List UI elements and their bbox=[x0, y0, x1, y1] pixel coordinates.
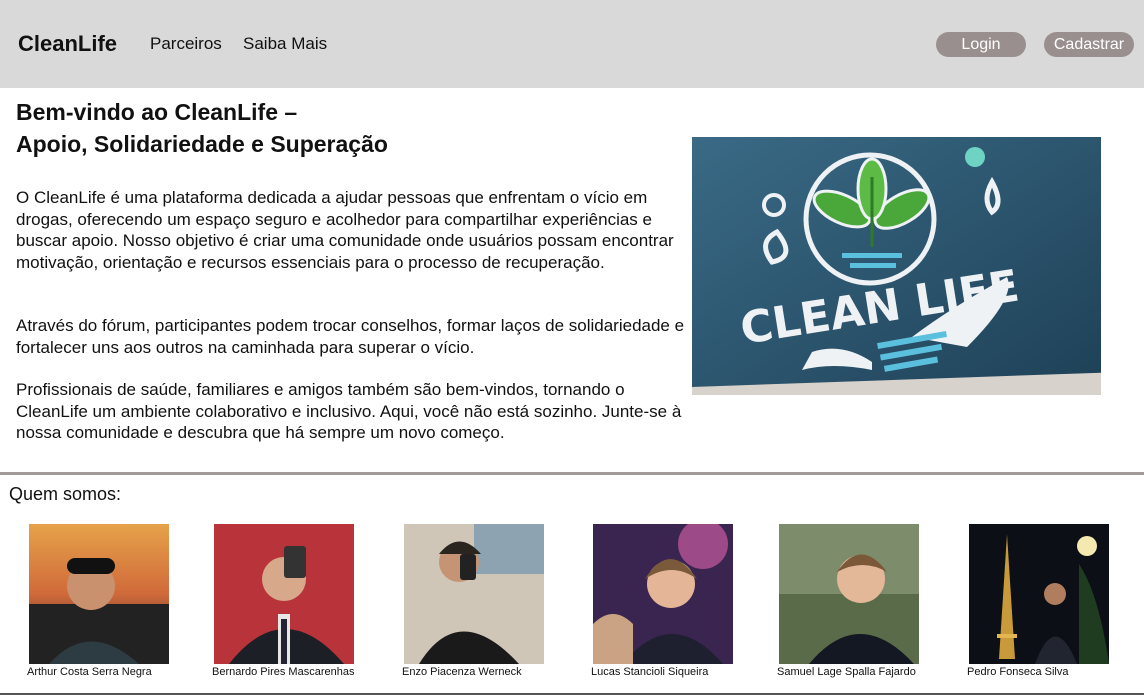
cleanlife-logo-image: CLEAN LIFE bbox=[692, 137, 1101, 395]
member-photo bbox=[779, 524, 919, 664]
section-divider bbox=[0, 472, 1144, 475]
page-title-line-2: Apoio, Solidariedade e Superação bbox=[16, 131, 388, 157]
intro-paragraph-2: Através do fórum, participantes podem tr… bbox=[16, 316, 685, 357]
team-member-card: Enzo Piacenza Werneck bbox=[402, 524, 544, 678]
team-member-card: Arthur Costa Serra Negra bbox=[27, 524, 169, 678]
login-button[interactable]: Login bbox=[936, 32, 1026, 57]
page-title-line-1: Bem-vindo ao CleanLife – bbox=[16, 99, 298, 125]
member-name: Pedro Fonseca Silva bbox=[967, 666, 1069, 678]
nav-link-parceiros[interactable]: Parceiros bbox=[150, 34, 222, 54]
page-title: Bem-vindo ao CleanLife – Apoio, Solidari… bbox=[16, 96, 388, 160]
member-photo bbox=[214, 524, 354, 664]
member-name: Enzo Piacenza Werneck bbox=[402, 666, 522, 678]
intro-paragraph-1: O CleanLife é uma plataforma dedicada a … bbox=[16, 188, 674, 272]
member-name: Samuel Lage Spalla Fajardo bbox=[777, 666, 916, 678]
team-member-card: Pedro Fonseca Silva bbox=[967, 524, 1109, 678]
member-name: Bernardo Pires Mascarenhas bbox=[212, 666, 355, 678]
signup-button[interactable]: Cadastrar bbox=[1044, 32, 1134, 57]
member-photo bbox=[969, 524, 1109, 664]
team-member-card: Bernardo Pires Mascarenhas bbox=[212, 524, 354, 678]
member-name: Arthur Costa Serra Negra bbox=[27, 666, 152, 678]
team-member-card: Lucas Stancioli Siqueira bbox=[591, 524, 733, 678]
member-name: Lucas Stancioli Siqueira bbox=[591, 666, 709, 678]
member-photo bbox=[404, 524, 544, 664]
member-photo bbox=[29, 524, 169, 664]
member-photo bbox=[593, 524, 733, 664]
brand-logo-text[interactable]: CleanLife bbox=[18, 31, 117, 57]
team-member-card: Samuel Lage Spalla Fajardo bbox=[777, 524, 919, 678]
intro-paragraph-3: Profissionais de saúde, familiares e ami… bbox=[16, 380, 682, 442]
team-section-title: Quem somos: bbox=[9, 484, 122, 504]
cleanlife-logo-graphic: CLEAN LIFE bbox=[692, 137, 1101, 395]
top-header: CleanLife Parceiros Saiba Mais Login Cad… bbox=[0, 0, 1144, 88]
nav-link-saiba-mais[interactable]: Saiba Mais bbox=[243, 34, 327, 54]
